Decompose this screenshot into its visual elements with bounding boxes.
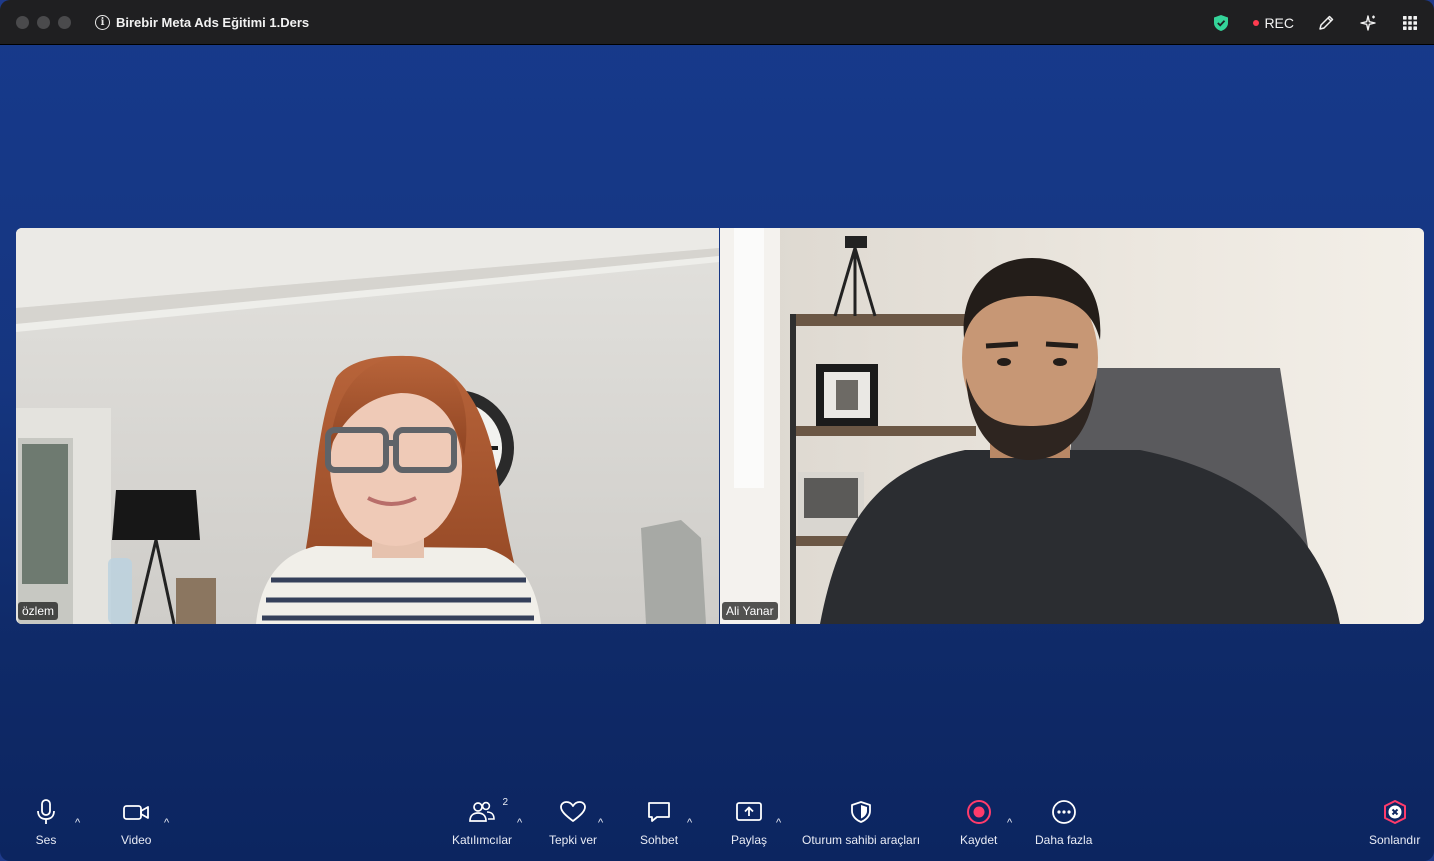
- recording-indicator[interactable]: REC: [1253, 15, 1294, 31]
- reactions-button[interactable]: Tepki ver: [549, 797, 597, 847]
- video-button[interactable]: Video: [121, 797, 151, 847]
- zoom-window-button[interactable]: [58, 15, 71, 29]
- meeting-window: i Birebir Meta Ads Eğitimi 1.Ders REC öz…: [0, 0, 1434, 861]
- meeting-title: Birebir Meta Ads Eğitimi 1.Ders: [116, 14, 310, 30]
- share-options-caret[interactable]: ^: [776, 817, 781, 829]
- reactions-label: Tepki ver: [549, 833, 598, 847]
- video-gallery: özlem Ali Yanar: [16, 228, 1424, 624]
- chat-label: Sohbet: [640, 833, 679, 847]
- participant-video-tile[interactable]: özlem: [16, 228, 719, 624]
- title-bar: i Birebir Meta Ads Eğitimi 1.Ders REC: [0, 0, 1434, 45]
- microphone-icon: [33, 797, 59, 827]
- rec-dot-icon: [1253, 19, 1260, 26]
- title-bar-actions: REC: [1211, 0, 1420, 45]
- participants-button[interactable]: 2 Katılımcılar: [452, 797, 512, 847]
- record-label: Kaydet: [960, 833, 998, 847]
- chat-button[interactable]: Sohbet: [640, 797, 678, 847]
- participant-name-tag: özlem: [18, 602, 59, 620]
- share-label: Paylaş: [731, 833, 768, 847]
- ellipsis-icon: [1051, 797, 1077, 827]
- share-screen-icon: [735, 797, 763, 827]
- shield-icon[interactable]: [1211, 13, 1231, 33]
- participant-name-tag: Ali Yanar: [722, 602, 778, 620]
- audio-button[interactable]: Ses: [33, 797, 59, 847]
- heart-icon: [559, 797, 587, 827]
- window-controls: [16, 15, 71, 29]
- host-tools-label: Oturum sahibi araçları: [802, 833, 921, 847]
- audio-label: Ses: [35, 833, 57, 847]
- record-button[interactable]: Kaydet: [960, 797, 997, 847]
- host-tools-button[interactable]: Oturum sahibi araçları: [802, 797, 920, 847]
- share-button[interactable]: Paylaş: [731, 797, 767, 847]
- record-icon: [966, 797, 992, 827]
- more-label: Daha fazla: [1035, 833, 1093, 847]
- camera-icon: [122, 797, 150, 827]
- participants-label: Katılımcılar: [452, 833, 513, 847]
- record-options-caret[interactable]: ^: [1007, 817, 1012, 829]
- meeting-title-area: i Birebir Meta Ads Eğitimi 1.Ders: [95, 14, 310, 30]
- reactions-options-caret[interactable]: ^: [598, 817, 603, 829]
- chat-options-caret[interactable]: ^: [687, 817, 692, 829]
- video-label: Video: [121, 833, 152, 847]
- participants-count: 2: [502, 797, 508, 808]
- audio-options-caret[interactable]: ^: [75, 817, 80, 829]
- info-icon[interactable]: i: [95, 14, 110, 30]
- chat-bubble-icon: [646, 797, 672, 827]
- more-button[interactable]: Daha fazla: [1035, 797, 1092, 847]
- participants-options-caret[interactable]: ^: [517, 817, 522, 829]
- rec-label: REC: [1264, 14, 1294, 31]
- meeting-toolbar: Ses ^ Video ^ 2 Katılımcılar ^ Tepki ver…: [0, 791, 1434, 861]
- end-meeting-icon: [1382, 797, 1408, 827]
- participants-icon: 2: [468, 797, 508, 827]
- grid-icon[interactable]: [1400, 13, 1420, 33]
- host-shield-icon: [850, 797, 872, 827]
- participant-video-feed: [16, 228, 719, 624]
- minimize-window-button[interactable]: [37, 15, 50, 29]
- video-options-caret[interactable]: ^: [164, 817, 169, 829]
- participant-video-tile[interactable]: Ali Yanar: [720, 228, 1424, 624]
- end-meeting-label: Sonlandır: [1369, 833, 1421, 847]
- end-meeting-button[interactable]: Sonlandır: [1369, 797, 1420, 847]
- pen-icon[interactable]: [1316, 13, 1336, 33]
- participant-video-feed: [720, 228, 1424, 624]
- sparkle-icon[interactable]: [1358, 13, 1378, 33]
- close-window-button[interactable]: [16, 15, 29, 29]
